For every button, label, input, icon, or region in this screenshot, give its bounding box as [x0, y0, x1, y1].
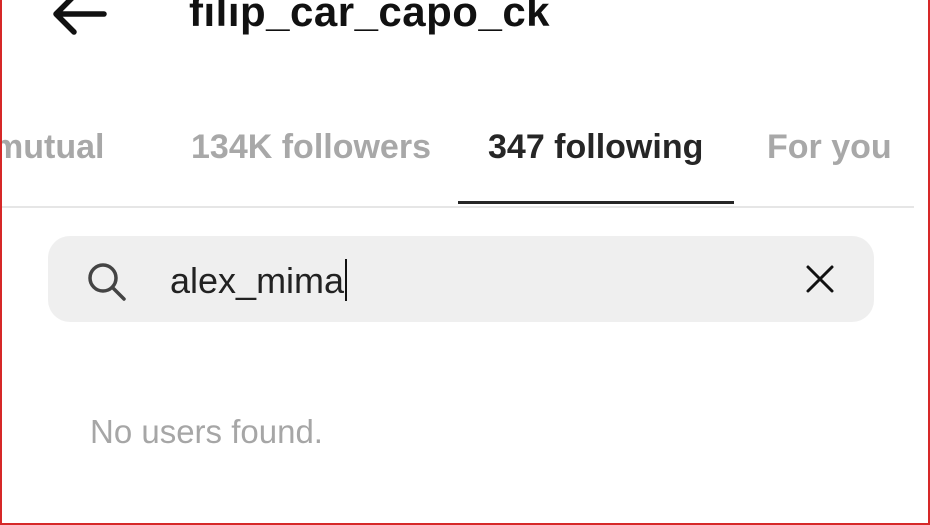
- tab-following[interactable]: 347 following: [488, 128, 703, 167]
- tab-followers[interactable]: 134K followers: [191, 128, 431, 167]
- empty-results-message: No users found.: [90, 413, 323, 450]
- active-tab-indicator: [458, 201, 734, 204]
- top-header: filip_car_capo_ck: [2, 0, 928, 46]
- following-screen: filip_car_capo_ck mutual 134K followers …: [0, 0, 930, 525]
- back-button[interactable]: [42, 0, 114, 46]
- relationship-tabs: mutual 134K followers 347 following For …: [2, 112, 914, 208]
- tab-mutual[interactable]: mutual: [2, 128, 104, 167]
- search-box[interactable]: alex_mima: [48, 236, 874, 322]
- tab-for-you[interactable]: For you: [767, 128, 892, 167]
- profile-username-title: filip_car_capo_ck: [189, 0, 551, 35]
- tab-label-mutual: mutual: [0, 128, 105, 166]
- text-cursor: [345, 259, 348, 301]
- search-input[interactable]: alex_mima: [170, 259, 348, 302]
- search-icon: [88, 263, 126, 301]
- search-input-value: alex_mima: [170, 260, 345, 301]
- close-icon[interactable]: [804, 263, 836, 295]
- arrow-left-icon: [53, 0, 107, 35]
